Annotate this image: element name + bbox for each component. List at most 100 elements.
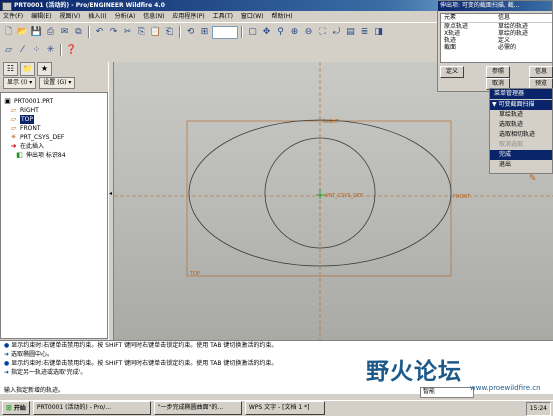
menu-applications[interactable]: 应用程序(P): [169, 11, 207, 22]
table-row[interactable]: 轨迹 定义: [441, 37, 552, 44]
front-plane-label: FRONT: [453, 194, 471, 200]
tree-item-label: PRT_CSYS_DEF: [20, 134, 65, 141]
tree-item-front[interactable]: ▱ FRONT: [1, 124, 107, 133]
prompt-arrow-icon: ➜: [4, 351, 10, 358]
favorites-tab[interactable]: ★: [37, 62, 52, 76]
datum-plane-display-icon[interactable]: ▱: [2, 44, 15, 57]
sketch-tool-icon[interactable]: ✎: [529, 174, 551, 184]
menu-window[interactable]: 窗口(W): [238, 11, 267, 22]
regenerate-icon[interactable]: ⟲: [184, 26, 197, 39]
select-filter-dropdown[interactable]: [212, 25, 238, 39]
system-tray-clock: 15:24: [525, 402, 551, 416]
open-folder-icon[interactable]: 📂: [16, 26, 29, 39]
tree-item-part[interactable]: ▣ PRT0001.PRT: [1, 97, 107, 106]
element-column-header: 元素: [444, 14, 457, 21]
info-button[interactable]: 信息: [529, 66, 553, 78]
copy-window-icon[interactable]: ⧉: [72, 26, 85, 39]
reorient-icon[interactable]: ⤾: [330, 26, 343, 39]
taskbar-item-proe[interactable]: PRT0001 (活动的) - Pro/...: [32, 401, 151, 415]
var-sweep-submenu[interactable]: ▼ 可变截面扫描: [490, 100, 552, 110]
graphics-window[interactable]: RIGHT FRONT TOP PRT_CSYS_DEF: [114, 62, 553, 340]
window-title: PRT0001 (活动的) - Pro/ENGINEER Wildfire 4.…: [14, 2, 165, 9]
menu-item-select-traj[interactable]: 选取轨迹: [490, 120, 552, 130]
element-cell: 原点轨迹: [444, 23, 469, 30]
menu-item-done[interactable]: 完成: [490, 150, 552, 160]
zoom-in-icon[interactable]: ⊕: [288, 26, 301, 39]
right-toolbar: ✎: [529, 174, 551, 196]
model-tree-icon[interactable]: ⊞: [198, 26, 211, 39]
taskbar-item-wps[interactable]: WPS 文字 - [文档 1 *]: [244, 401, 325, 415]
protrusion-icon: ◧: [16, 151, 23, 159]
ref-button[interactable]: 参照: [486, 66, 510, 78]
menu-bar: 文件(F) 编辑(E) 视图(V) 插入(I) 分析(A) 信息(N) 应用程序…: [0, 11, 437, 22]
layers-icon[interactable]: ≣: [358, 26, 371, 39]
element-table-header: 元素 信息: [441, 14, 552, 23]
element-cell: X轨迹: [444, 30, 461, 37]
view-manager-icon[interactable]: ◨: [372, 26, 385, 39]
element-cell: 轨迹: [444, 37, 457, 44]
message-line: ● 显示约束时:右键单击禁用约束。按 SHIFT 键同时右键单击锁定约束。使用 T…: [0, 341, 553, 350]
spin-center-icon[interactable]: ✥: [260, 26, 273, 39]
info-bullet-icon: ●: [4, 360, 10, 367]
model-tree-tab[interactable]: ☷: [3, 62, 18, 76]
redo-icon[interactable]: ↷: [107, 26, 120, 39]
taskbar-item-browser[interactable]: "一步完成椭圆曲面"的...: [153, 401, 242, 415]
new-file-icon[interactable]: 🗋: [2, 26, 15, 39]
menu-item-sketch-traj[interactable]: 草绘轨迹: [490, 110, 552, 120]
message-line: ● 显示约束时:右键单击禁用约束。按 SHIFT 键同时右键单击锁定约束。使用 T…: [0, 359, 553, 368]
collapse-arrow-icon[interactable]: ◂: [109, 190, 112, 197]
tree-item-right[interactable]: ▱ RIGHT: [1, 106, 107, 115]
csys-label: PRT_CSYS_DEF: [326, 193, 363, 199]
tree-item-protrusion[interactable]: ◧ 伸出项 标识84: [1, 151, 107, 160]
context-help-icon[interactable]: ❓: [65, 44, 78, 57]
menu-item-select-tangent-traj[interactable]: 选取相切轨迹: [490, 130, 552, 140]
datum-axis-display-icon[interactable]: ⁄: [16, 44, 29, 57]
paste-icon[interactable]: 📋: [149, 26, 162, 39]
graphics-canvas[interactable]: RIGHT FRONT TOP PRT_CSYS_DEF: [114, 62, 553, 340]
menu-insert[interactable]: 插入(I): [85, 11, 109, 22]
tree-item-insert-here[interactable]: ➜ 在此插入: [1, 142, 107, 151]
toolbar-separator: [241, 26, 243, 38]
menu-file[interactable]: 文件(F): [0, 11, 26, 22]
table-row[interactable]: 截面 必需的: [441, 44, 552, 51]
menu-item-quit[interactable]: 退出: [490, 160, 552, 170]
folder-browser-tab[interactable]: 📁: [20, 62, 35, 76]
table-row[interactable]: 原点轨迹 草绘的轨迹: [441, 23, 552, 30]
copy-icon[interactable]: ⎘: [135, 26, 148, 39]
info-column-header: 信息: [498, 14, 511, 21]
menu-help[interactable]: 帮助(H): [268, 11, 295, 22]
datum-plane-icon: ▱: [10, 124, 17, 132]
navigator-tabs: ☷ 📁 ★: [0, 62, 110, 76]
selection-filter-status[interactable]: 智能: [420, 387, 474, 398]
settings-dropdown[interactable]: 设置 (G) ▾: [39, 76, 76, 89]
saved-views-icon[interactable]: ▤: [344, 26, 357, 39]
zoom-out-icon[interactable]: ⊖: [302, 26, 315, 39]
csys-display-icon[interactable]: ✳: [44, 44, 57, 57]
toolbar-separator: [88, 26, 90, 38]
tree-item-label: PRT0001.PRT: [14, 98, 54, 105]
refit-icon[interactable]: ⛶: [316, 26, 329, 39]
start-button[interactable]: ⊞ 开始: [2, 401, 30, 415]
menu-view[interactable]: 视图(V): [56, 11, 83, 22]
undo-icon[interactable]: ↶: [93, 26, 106, 39]
save-icon[interactable]: 💾: [30, 26, 43, 39]
tree-item-csys[interactable]: ✳ PRT_CSYS_DEF: [1, 133, 107, 142]
print-icon[interactable]: ⎙: [44, 26, 57, 39]
cut-icon[interactable]: ✂: [121, 26, 134, 39]
define-button[interactable]: 定义: [440, 66, 464, 78]
orient-icon[interactable]: ⚲: [274, 26, 287, 39]
message-text: 输入指定新增的轨迹。: [4, 387, 65, 394]
email-icon[interactable]: ✉: [58, 26, 71, 39]
menu-analysis[interactable]: 分析(A): [112, 11, 139, 22]
paste-special-icon[interactable]: ⎗: [163, 26, 176, 39]
menu-edit[interactable]: 编辑(E): [28, 11, 54, 22]
datum-point-display-icon[interactable]: ⁘: [30, 44, 43, 57]
repaint-icon[interactable]: ▢: [246, 26, 259, 39]
tree-item-top[interactable]: ▱ TOP: [1, 115, 107, 124]
table-row[interactable]: X轨迹 草绘的轨迹: [441, 30, 552, 37]
menu-info[interactable]: 信息(N): [140, 11, 167, 22]
message-line: ➜ 选取椭圆中心。: [0, 350, 553, 359]
menu-tools[interactable]: 工具(T): [210, 11, 236, 22]
show-dropdown[interactable]: 显示 (I) ▾: [3, 76, 37, 89]
start-label: 开始: [13, 404, 26, 412]
